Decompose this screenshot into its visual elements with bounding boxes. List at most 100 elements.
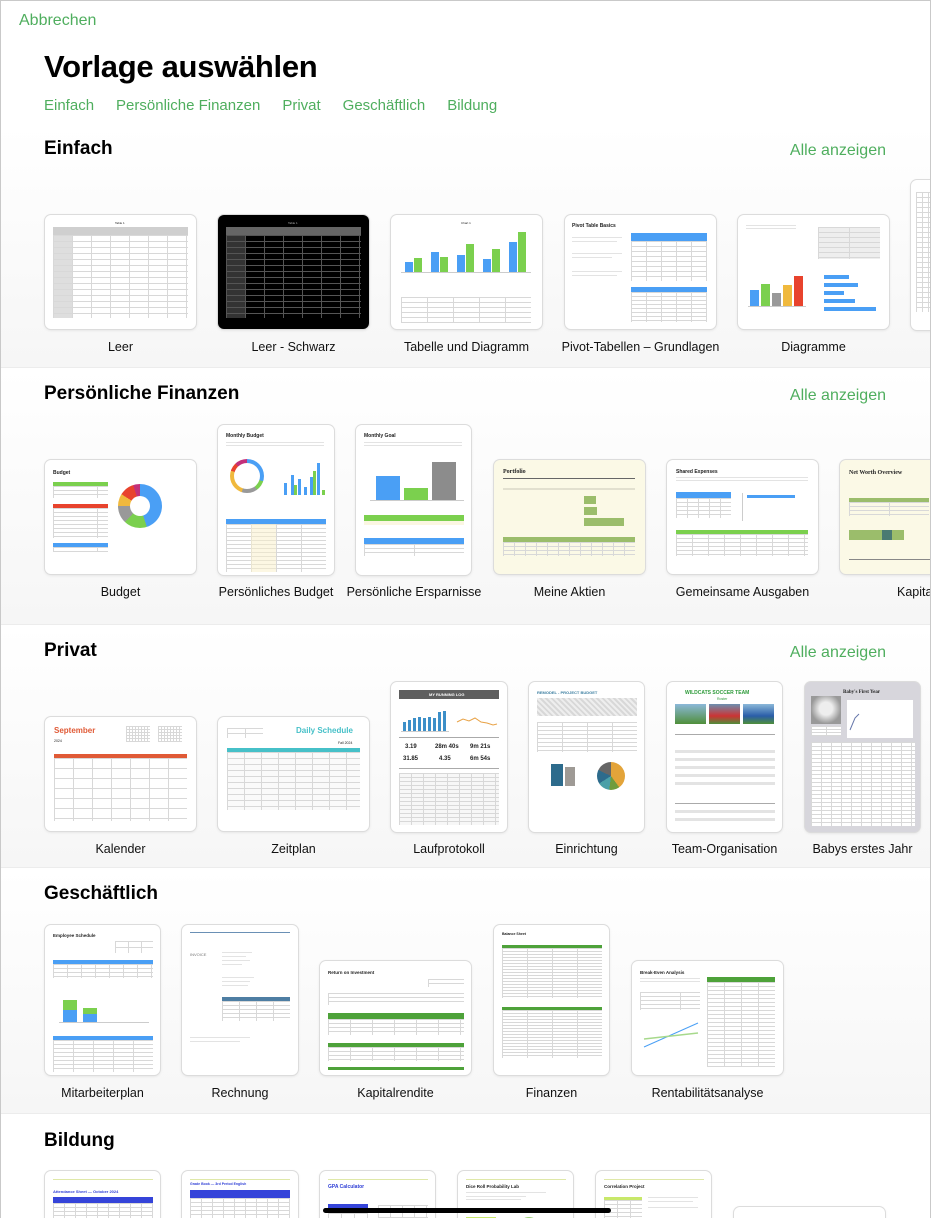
show-all-button[interactable]: Alle anzeigen bbox=[790, 644, 886, 662]
stat-value: 6m 54s bbox=[470, 756, 491, 762]
template-label: Laufprotokoll bbox=[413, 842, 485, 856]
preview-subtitle: 2024 bbox=[54, 739, 62, 743]
template-thumbnail: Daily Schedule Fall 2024 bbox=[218, 717, 369, 831]
preview-title: Shared Expenses bbox=[676, 469, 718, 475]
section-title: Einfach bbox=[44, 138, 113, 159]
preview-title: REMODEL - PROJECT BUDGET bbox=[537, 690, 598, 695]
template-thumbnail bbox=[738, 215, 889, 329]
category-tab-geschaeftlich[interactable]: Geschäftlich bbox=[343, 97, 426, 114]
category-tab-privat[interactable]: Privat bbox=[282, 97, 320, 114]
template-thumbnail-partial[interactable] bbox=[734, 1207, 885, 1218]
template-label: Meine Aktien bbox=[533, 585, 606, 599]
template-label: Gemeinsame Ausgaben bbox=[675, 585, 810, 599]
preview-title: Dice Roll Probability Lab bbox=[466, 1184, 520, 1189]
category-nav: Einfach Persönliche Finanzen Privat Gesc… bbox=[44, 97, 497, 114]
preview-title: Baby's First Year bbox=[843, 690, 881, 695]
preview-subtitle: Roster bbox=[717, 697, 728, 701]
template-label: Tabelle und Diagramm bbox=[403, 340, 530, 354]
template-label: Babys erstes Jahr bbox=[812, 842, 913, 856]
preview-title: Budget bbox=[53, 470, 71, 476]
template-label: Rentabilitätsanalyse bbox=[651, 1086, 764, 1100]
preview-title: Table 1 bbox=[115, 221, 125, 225]
template-label: Team-Organisation bbox=[671, 842, 778, 856]
preview-title: INVOICE bbox=[190, 952, 207, 957]
template-label: Einrichtung bbox=[555, 842, 618, 856]
template-label: Persönliches Budget bbox=[218, 585, 334, 599]
template-thumbnail: Pivot Table Basics bbox=[565, 215, 716, 329]
preview-title: MY RUNNING LOG bbox=[429, 692, 465, 697]
template-thumbnail: INVOICE bbox=[182, 925, 298, 1075]
section-title: Privat bbox=[44, 640, 97, 661]
template-label: Diagramme bbox=[781, 340, 846, 354]
category-tab-bildung[interactable]: Bildung bbox=[447, 97, 497, 114]
preview-title: Portfolio bbox=[503, 469, 526, 475]
template-label: Pivot-Tabellen – Grundlagen bbox=[561, 340, 720, 354]
section-bildung: Bildung Attendance Sheet — October 2024 … bbox=[1, 1115, 930, 1218]
preview-title: Chart 1 bbox=[461, 221, 471, 225]
preview-title: Return on Investment bbox=[328, 970, 375, 975]
template-thumbnail: Table 1 bbox=[218, 215, 369, 329]
cancel-button[interactable]: Abbrechen bbox=[19, 12, 96, 30]
stat-value: 3.19 bbox=[405, 744, 417, 750]
template-label: Rechnung bbox=[211, 1086, 269, 1100]
template-thumbnail: Balance Sheet bbox=[494, 925, 609, 1075]
template-label: Zeitplan bbox=[271, 842, 316, 856]
preview-title: September bbox=[54, 726, 96, 735]
preview-title: Employee Schedule bbox=[53, 933, 96, 938]
template-label: Finanzen bbox=[525, 1086, 578, 1100]
preview-title: Daily Schedule bbox=[296, 726, 353, 735]
template-thumbnail: Return on Investment bbox=[320, 961, 471, 1075]
preview-title: Monthly Goal bbox=[364, 433, 396, 439]
page-title: Vorlage auswählen bbox=[44, 49, 318, 84]
section-geschaeftlich: Geschäftlich Employee Schedule Mitarbeit… bbox=[1, 869, 930, 1114]
preview-title: Balance Sheet bbox=[502, 932, 526, 936]
template-thumbnail: September 2024 bbox=[45, 717, 196, 831]
template-thumbnail: Employee Schedule bbox=[45, 925, 160, 1075]
preview-title: Monthly Budget bbox=[226, 433, 264, 439]
section-title: Persönliche Finanzen bbox=[44, 383, 240, 404]
template-label: Kapita bbox=[897, 585, 930, 599]
preview-title: Pivot Table Basics bbox=[572, 223, 616, 229]
template-thumbnail: Grade Book — 3rd Period English bbox=[182, 1171, 298, 1218]
template-label: Kapitalrendite bbox=[357, 1086, 434, 1100]
show-all-button[interactable]: Alle anzeigen bbox=[790, 142, 886, 160]
template-thumbnail: Break-Even Analysis bbox=[632, 961, 783, 1075]
template-label: Leer bbox=[107, 340, 134, 354]
template-thumbnail: Attendance Sheet — October 2024 bbox=[45, 1171, 160, 1218]
section-persoenliche-finanzen: Persönliche Finanzen Alle anzeigen Budge… bbox=[1, 369, 930, 625]
template-thumbnail: REMODEL - PROJECT BUDGET bbox=[529, 682, 644, 832]
template-thumbnail: Monthly Budget bbox=[218, 425, 334, 575]
template-thumbnail: Portfolio bbox=[494, 460, 645, 574]
show-all-button[interactable]: Alle anzeigen bbox=[790, 387, 886, 405]
preview-title: Net Worth Overview bbox=[849, 470, 903, 476]
section-title: Bildung bbox=[44, 1130, 115, 1151]
stat-value: 28m 40s bbox=[435, 744, 459, 750]
template-label: Persönliche Ersparnisse bbox=[346, 585, 482, 599]
template-thumbnail: Monthly Goal bbox=[356, 425, 471, 575]
preview-title: Table 1 bbox=[288, 221, 298, 225]
section-privat: Privat Alle anzeigen September 2024 Kale… bbox=[1, 626, 930, 868]
template-label: Mitarbeiterplan bbox=[61, 1086, 144, 1100]
template-thumbnail: Correlation Project bbox=[596, 1171, 711, 1218]
preview-title: Break-Even Analysis bbox=[640, 970, 685, 975]
template-thumbnail: Net Worth Overview bbox=[840, 460, 930, 574]
section-einfach: Einfach Alle anzeigen Table 1 Leer Table… bbox=[1, 126, 930, 368]
template-thumbnail: MY RUNNING LOG 3.19 28m 40s 9m 21s 31.85… bbox=[391, 682, 507, 832]
template-thumbnail: Table 1 bbox=[45, 215, 196, 329]
template-thumbnail: Baby's First Year bbox=[805, 682, 920, 832]
section-title: Geschäftlich bbox=[44, 883, 159, 904]
stat-value: 9m 21s bbox=[470, 744, 491, 750]
preview-title: Attendance Sheet — October 2024 bbox=[53, 1189, 119, 1194]
preview-title: Correlation Project bbox=[604, 1184, 645, 1189]
stat-value: 4.35 bbox=[439, 756, 451, 762]
template-label: Leer - Schwarz bbox=[251, 340, 336, 354]
category-tab-einfach[interactable]: Einfach bbox=[44, 97, 94, 114]
home-indicator bbox=[323, 1208, 611, 1213]
template-label: Kalender bbox=[95, 842, 146, 856]
stat-value: 31.85 bbox=[403, 756, 419, 762]
preview-title: Grade Book — 3rd Period English bbox=[190, 1182, 247, 1186]
template-thumbnail-partial[interactable] bbox=[911, 180, 930, 330]
template-thumbnail: WILDCATS SOCCER TEAM Roster bbox=[667, 682, 782, 832]
template-label: Budget bbox=[100, 585, 141, 599]
category-tab-persoenliche-finanzen[interactable]: Persönliche Finanzen bbox=[116, 97, 260, 114]
